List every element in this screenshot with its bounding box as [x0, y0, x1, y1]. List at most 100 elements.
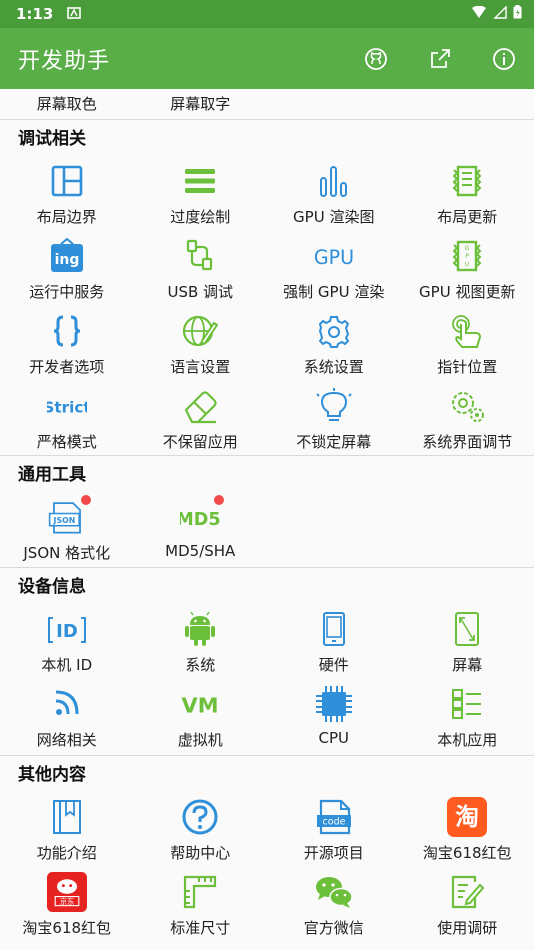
tile-label: 硬件	[318, 656, 349, 674]
tile-gpu-view-update[interactable]: GPU GPU 视图更新	[401, 232, 534, 307]
grid-row: JSON JSON 格式化 MD5 MD5/SHA	[0, 493, 534, 568]
tile-label: 布局更新	[437, 208, 498, 226]
tile-label: 本机 ID	[41, 656, 93, 674]
notification-icon	[67, 5, 82, 23]
tile-label: 运行中服务	[29, 283, 105, 301]
lightbulb-icon	[314, 386, 354, 426]
tile-system-settings[interactable]: 系统设置	[267, 307, 401, 382]
tile-pointer-location[interactable]: 指针位置	[401, 307, 534, 382]
tile-cpu[interactable]: CPU	[267, 680, 401, 755]
code-file-icon: code	[314, 797, 354, 837]
tile-strict-mode[interactable]: Strict 严格模式	[0, 382, 134, 457]
tile-label: 使用调研	[437, 919, 498, 937]
tile-open-source[interactable]: code 开源项目	[267, 793, 401, 868]
survey-edit-icon	[447, 872, 487, 912]
grid-row: Strict 严格模式 不保留应用 不锁定屏幕 系统界面调节	[0, 382, 534, 457]
bar-chart-icon	[314, 161, 354, 201]
signal-icon	[493, 5, 507, 23]
tile-label: 功能介绍	[36, 844, 97, 862]
code-icon-text: code	[322, 817, 345, 828]
wifi-icon	[471, 5, 487, 23]
tile-layout-bounds[interactable]: 布局边界	[0, 157, 134, 232]
tile-network[interactable]: 网络相关	[0, 680, 134, 755]
tile-overdraw[interactable]: 过度绘制	[134, 157, 268, 232]
tile-label: 淘宝618红包	[22, 919, 112, 937]
tile-developer-options[interactable]: 开发者选项	[0, 307, 134, 382]
gpu-chip-icon: GPU	[447, 236, 487, 276]
layout-bounds-icon	[47, 161, 87, 201]
tile-label: 官方微信	[303, 919, 364, 937]
id-icon-text: ID	[56, 621, 78, 642]
tile-help-center[interactable]: 帮助中心	[134, 793, 268, 868]
ruler-icon	[180, 872, 220, 912]
app-title: 开发助手	[18, 48, 111, 74]
new-badge-dot	[214, 495, 225, 505]
tile-screen-color[interactable]: 屏幕取色	[0, 89, 134, 119]
tile-label: 开发者选项	[29, 358, 105, 376]
eraser-icon	[180, 386, 220, 426]
tile-hardware[interactable]: 硬件	[267, 605, 401, 680]
svg-text:P: P	[465, 253, 469, 260]
tile-usb-debug[interactable]: USB 调试	[134, 232, 268, 307]
tile-screen-text[interactable]: 屏幕取字	[134, 89, 268, 119]
touch-hand-icon	[447, 311, 487, 351]
layout-update-icon	[447, 161, 487, 201]
status-bar: 1:13	[0, 0, 534, 28]
tile-gpu-render-chart[interactable]: GPU 渲染图	[267, 157, 401, 232]
info-icon[interactable]	[492, 47, 516, 71]
jd-icon: 京东	[46, 872, 87, 912]
phone-icon	[314, 609, 354, 649]
grid-row: 开发者选项 语言设置 系统设置 指针位置	[0, 307, 534, 382]
tile-layout-update[interactable]: 布局更新	[401, 157, 534, 232]
github-icon[interactable]	[364, 47, 388, 71]
globe-pen-icon	[180, 311, 220, 351]
tile-feature-intro[interactable]: 功能介绍	[0, 793, 134, 868]
tile-system[interactable]: 系统	[134, 605, 268, 680]
tile-label: 强制 GPU 渲染	[283, 283, 385, 301]
section-title-device: 设备信息	[0, 567, 534, 603]
tile-jd-red-packet[interactable]: 京东 淘宝618红包	[0, 868, 134, 943]
tile-stay-awake[interactable]: 不锁定屏幕	[267, 382, 401, 457]
svg-text:G: G	[465, 245, 470, 252]
tile-system-ui-tuner[interactable]: 系统界面调节	[401, 382, 534, 457]
taobao-icon-text: 淘	[455, 803, 479, 831]
tile-json-format[interactable]: JSON JSON 格式化	[0, 493, 134, 568]
wechat-icon	[314, 872, 354, 912]
gears-icon	[447, 386, 487, 426]
tile-installed-apps[interactable]: 本机应用	[401, 680, 534, 755]
app-list-icon	[447, 684, 487, 724]
tile-label: 系统设置	[303, 358, 364, 376]
section-title-debug: 调试相关	[0, 119, 534, 155]
tile-standard-size[interactable]: 标准尺寸	[134, 868, 268, 943]
strict-text-icon: Strict	[47, 386, 87, 426]
tile-device-id[interactable]: ID 本机 ID	[0, 605, 134, 680]
gpu-icon-text: GPU	[314, 246, 354, 269]
tile-md5-sha[interactable]: MD5 MD5/SHA	[134, 493, 268, 568]
tile-language-settings[interactable]: 语言设置	[134, 307, 268, 382]
tile-label: 过度绘制	[170, 208, 231, 226]
tile-label: GPU 视图更新	[419, 283, 516, 301]
tile-screen[interactable]: 屏幕	[401, 605, 534, 680]
jd-icon-text: 京东	[59, 897, 74, 906]
tile-label: 开源项目	[303, 844, 364, 862]
tile-force-gpu[interactable]: GPU 强制 GPU 渲染	[267, 232, 401, 307]
status-time: 1:13	[16, 5, 54, 23]
help-icon	[180, 797, 220, 837]
share-icon[interactable]	[428, 47, 452, 71]
tile-running-services[interactable]: ing 运行中服务	[0, 232, 134, 307]
tile-label: 系统界面调节	[422, 433, 513, 451]
tile-dont-keep-activities[interactable]: 不保留应用	[134, 382, 268, 457]
tile-survey[interactable]: 使用调研	[401, 868, 534, 943]
book-icon	[47, 797, 87, 837]
tile-virtual-machine[interactable]: VM 虚拟机	[134, 680, 268, 755]
tile-label: 屏幕	[452, 656, 483, 674]
tile-taobao-red-packet[interactable]: 淘 淘宝618红包	[401, 793, 534, 868]
tile-label: 不保留应用	[162, 433, 238, 451]
tile-official-wechat[interactable]: 官方微信	[267, 868, 401, 943]
braces-icon	[47, 311, 87, 351]
grid-row: 布局边界 过度绘制 GPU 渲染图 布局更新	[0, 157, 534, 232]
tile-label: 帮助中心	[170, 844, 231, 862]
grid-row: 京东 淘宝618红包 标准尺寸 官方微信 使用调研	[0, 868, 534, 943]
tile-label: 严格模式	[36, 433, 97, 451]
json-file-icon: JSON	[47, 495, 91, 537]
